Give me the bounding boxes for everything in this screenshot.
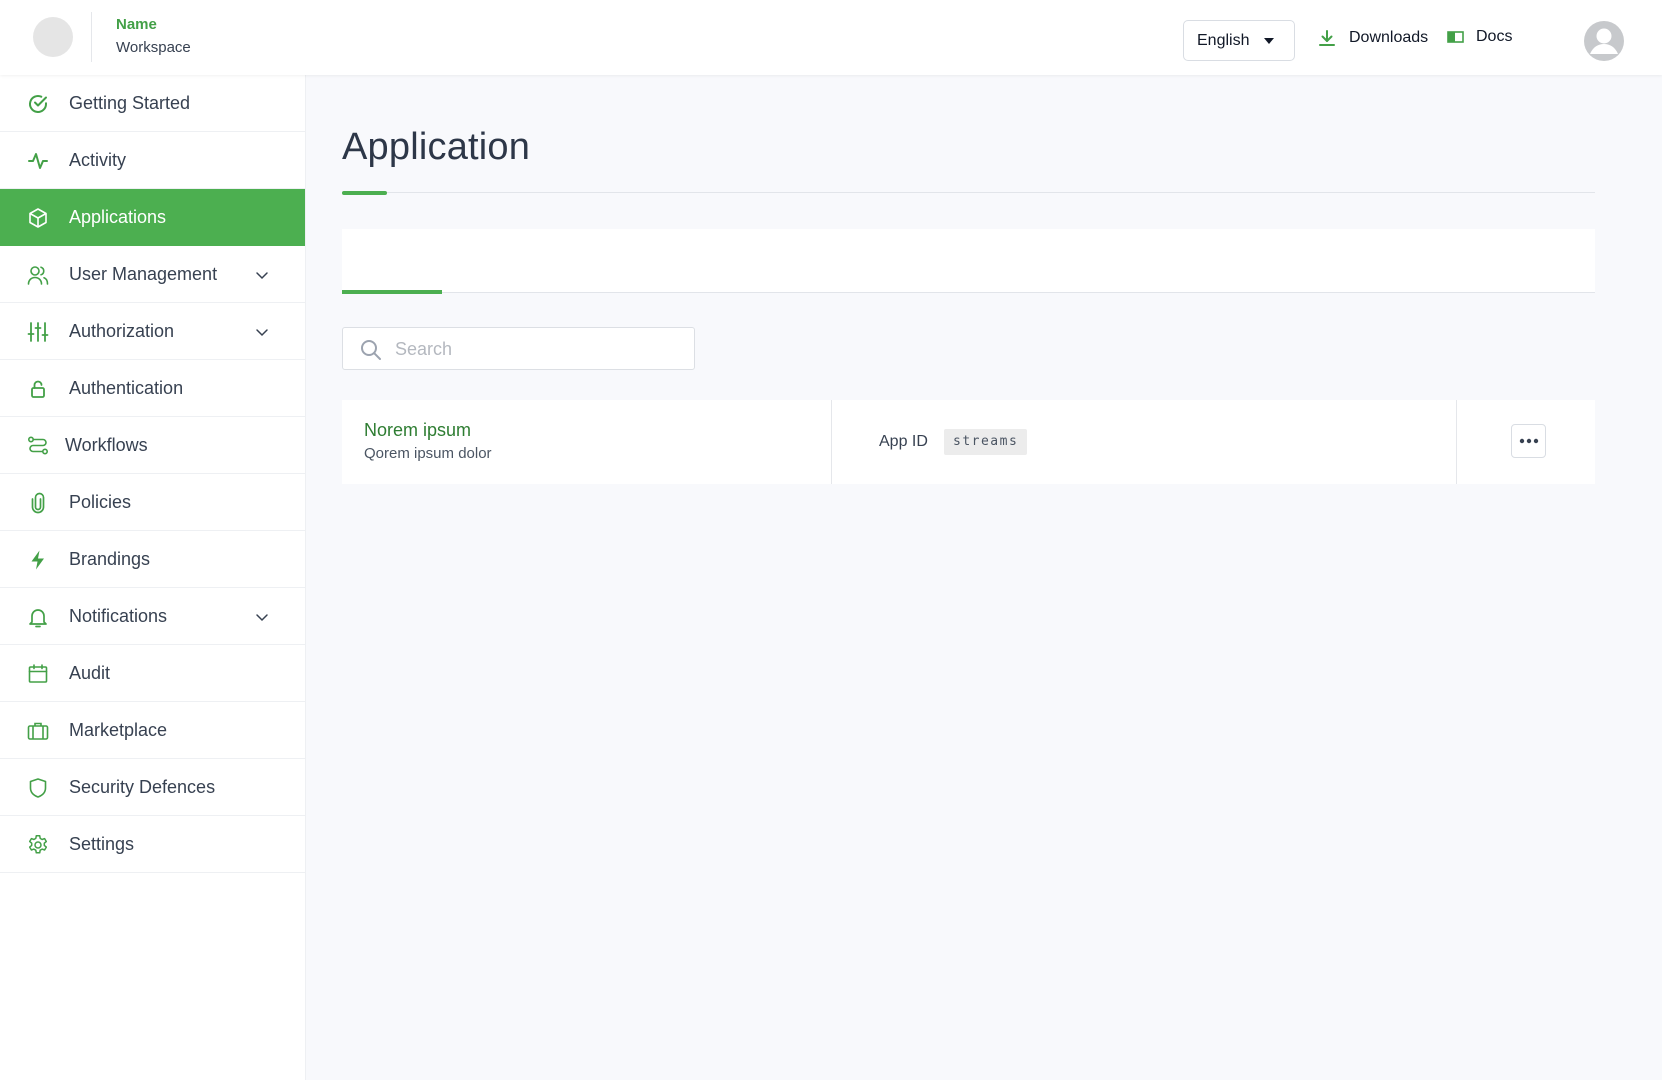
lightning-icon xyxy=(31,550,44,570)
sidebar-item-policies[interactable]: Policies xyxy=(0,474,305,531)
sidebar-item-security-defences[interactable]: Security Defences xyxy=(0,759,305,816)
sidebar-item-label: Authorization xyxy=(69,321,175,341)
title-divider xyxy=(342,192,1595,193)
caret-down-icon xyxy=(1264,38,1274,44)
language-value: English xyxy=(1197,31,1250,49)
book-icon xyxy=(1447,31,1464,43)
sidebar-item-settings[interactable]: Settings xyxy=(0,816,305,873)
shield-icon xyxy=(29,778,47,798)
brand-workspace: Workspace xyxy=(116,39,191,56)
docs-link[interactable]: Docs xyxy=(1447,28,1512,46)
check-circle-icon xyxy=(29,95,47,113)
search-box xyxy=(342,327,695,370)
active-tab-indicator[interactable] xyxy=(342,290,442,294)
downloads-label: Downloads xyxy=(1349,29,1429,46)
application-description: Qorem ipsum dolor xyxy=(364,445,492,462)
search-input[interactable] xyxy=(395,336,675,362)
top-header: Name Workspace English Downloads Docs xyxy=(0,0,1662,75)
more-options-button[interactable] xyxy=(1511,424,1546,458)
workflow-icon xyxy=(27,436,49,455)
briefcase-icon xyxy=(27,722,49,740)
sidebar: Getting Started Activity Applications Us… xyxy=(0,75,306,1080)
download-icon xyxy=(1319,30,1335,46)
sidebar-item-label: Workflows xyxy=(65,435,148,455)
card-divider xyxy=(831,400,832,484)
sidebar-item-brandings[interactable]: Brandings xyxy=(0,531,305,588)
card-divider xyxy=(1456,400,1457,484)
user-avatar-icon[interactable] xyxy=(1583,20,1625,62)
brand-divider xyxy=(91,12,92,62)
docs-label: Docs xyxy=(1476,28,1513,45)
app-id-label: App ID xyxy=(879,433,928,450)
sidebar-item-marketplace[interactable]: Marketplace xyxy=(0,702,305,759)
sidebar-item-label: User Management xyxy=(69,264,218,284)
sidebar-item-label: Settings xyxy=(69,834,135,854)
sidebar-item-label: Security Defences xyxy=(69,777,216,797)
bell-icon xyxy=(29,609,47,628)
sidebar-item-label: Getting Started xyxy=(69,93,191,113)
sidebar-item-label: Marketplace xyxy=(69,720,168,740)
downloads-link[interactable]: Downloads xyxy=(1317,28,1428,48)
sidebar-item-label: Notifications xyxy=(69,606,168,626)
workspace-logo[interactable] xyxy=(33,17,73,57)
chevron-down-icon xyxy=(256,614,268,622)
sidebar-item-notifications[interactable]: Notifications xyxy=(0,588,305,645)
sidebar-item-audit[interactable]: Audit xyxy=(0,645,305,702)
sidebar-item-workflows[interactable]: Workflows xyxy=(0,417,305,474)
sidebar-item-getting-started[interactable]: Getting Started xyxy=(0,75,305,132)
cube-icon xyxy=(29,208,47,228)
application-card[interactable]: Norem ipsum Qorem ipsum dolor App ID str… xyxy=(342,400,1595,484)
gear-icon xyxy=(28,835,48,854)
sidebar-item-label: Brandings xyxy=(69,549,151,569)
application-name[interactable]: Norem ipsum xyxy=(364,420,471,441)
sidebar-item-authorization[interactable]: Authorization xyxy=(0,303,305,360)
calendar-icon xyxy=(28,664,48,683)
search-icon xyxy=(361,340,381,360)
page-title: Application xyxy=(342,126,531,168)
sidebar-item-authentication[interactable]: Authentication xyxy=(0,360,305,417)
sidebar-item-label: Policies xyxy=(69,492,132,512)
activity-icon xyxy=(28,153,48,169)
sidebar-item-applications[interactable]: Applications xyxy=(0,189,305,246)
title-accent-bar xyxy=(342,191,387,195)
chevron-down-icon xyxy=(256,329,268,337)
chevron-down-icon xyxy=(256,272,268,280)
more-horizontal-icon xyxy=(1519,438,1538,444)
tab-bar xyxy=(342,229,1595,294)
sidebar-item-label: Authentication xyxy=(69,378,184,398)
paperclip-icon xyxy=(31,492,45,514)
brand-name: Name xyxy=(116,16,157,33)
sidebar-item-label: Audit xyxy=(69,663,111,683)
users-icon xyxy=(27,266,49,285)
lock-icon xyxy=(31,380,45,398)
sidebar-item-label: Applications xyxy=(69,207,167,227)
sidebar-item-label: Activity xyxy=(69,150,127,170)
sliders-icon xyxy=(27,322,49,342)
app-id-badge: streams xyxy=(944,429,1028,455)
language-select[interactable]: English xyxy=(1183,20,1295,61)
sidebar-item-activity[interactable]: Activity xyxy=(0,132,305,189)
sidebar-item-user-management[interactable]: User Management xyxy=(0,246,305,303)
